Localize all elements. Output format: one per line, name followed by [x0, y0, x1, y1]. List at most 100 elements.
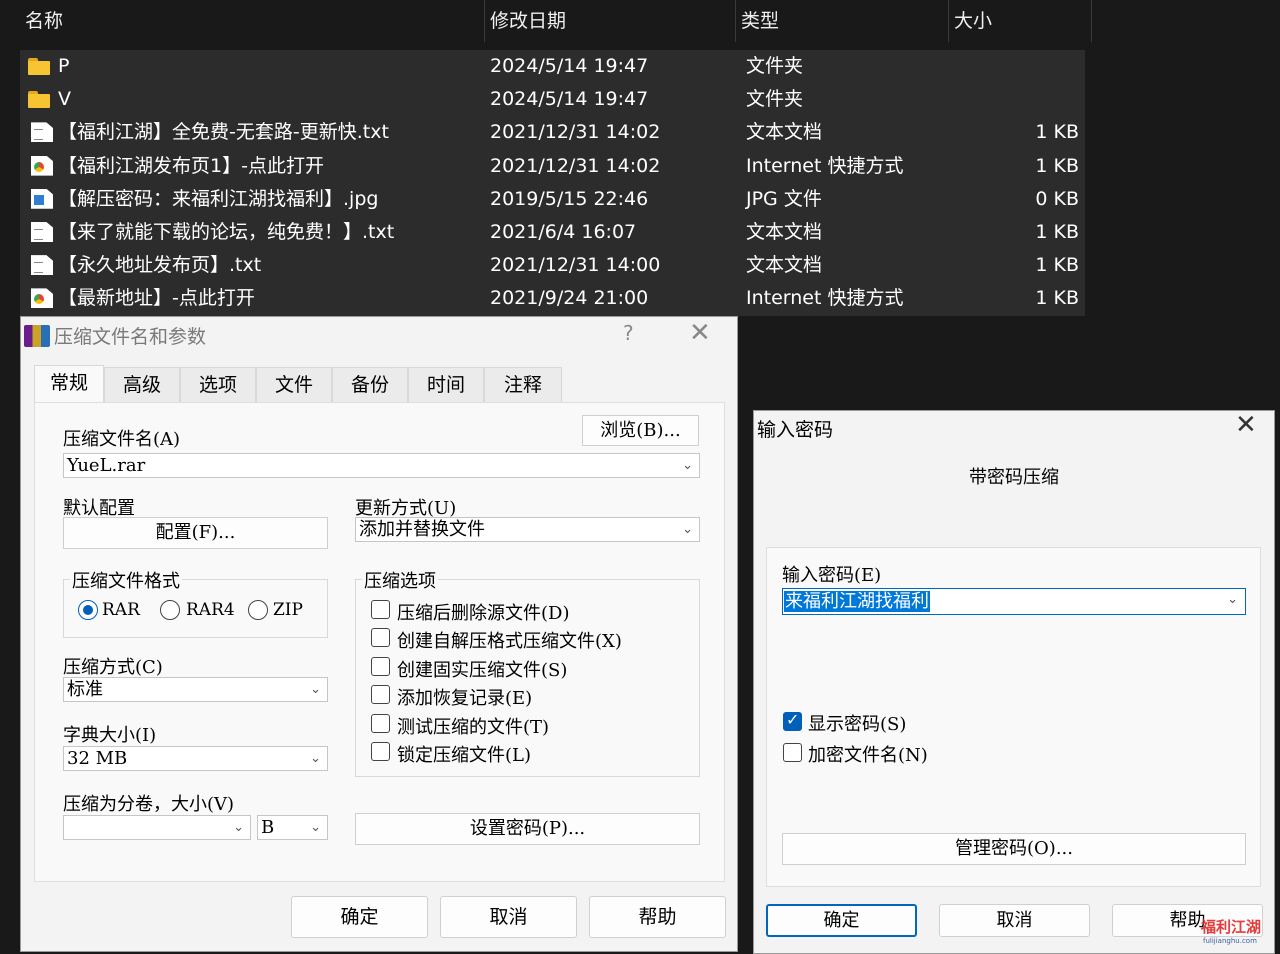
lock-archive-checkbox[interactable] [371, 742, 390, 761]
file-date: 2019/5/15 22:46 [490, 187, 649, 210]
compression-method-value: 标准 [67, 679, 103, 700]
format-zip-radio[interactable] [248, 600, 268, 620]
test-files-checkbox[interactable] [371, 714, 390, 733]
dialog-title: 压缩文件名和参数 [54, 326, 207, 348]
archive-settings-dialog: 压缩文件名和参数 ? ✕ 常规 高级 选项 文件 备份 时间 注释 压缩文件名(… [20, 316, 738, 952]
update-mode-select[interactable]: 添加并替换文件 ⌄ [355, 517, 700, 542]
close-icon[interactable]: ✕ [689, 318, 711, 348]
create-solid-label: 创建固实压缩文件(S) [397, 660, 568, 681]
chevron-down-icon[interactable]: ⌄ [682, 518, 693, 541]
enter-password-label: 输入密码(E) [782, 565, 882, 586]
set-password-button[interactable]: 设置密码(P)... [355, 813, 700, 845]
create-sfx-checkbox[interactable] [371, 628, 390, 647]
file-date: 2021/12/31 14:02 [490, 154, 661, 177]
file-name: 【福利江湖发布页1】-点此打开 [58, 154, 324, 177]
file-list: P 2024/5/14 19:47 文件夹 V 2024/5/14 19:47 … [20, 50, 1085, 316]
chevron-down-icon[interactable]: ⌄ [1227, 592, 1238, 607]
chevron-down-icon[interactable]: ⌄ [310, 678, 321, 701]
help-icon[interactable]: ? [623, 321, 634, 345]
archive-format-group: 压缩文件格式 RAR RAR4 ZIP [63, 567, 328, 638]
dictionary-size-select[interactable]: 32 MB ⌄ [63, 746, 328, 771]
encrypt-file-names-checkbox[interactable] [783, 743, 802, 762]
ok-button[interactable]: 确定 [291, 896, 428, 938]
file-name: 【解压密码：来福利江湖找福利】.jpg [58, 187, 379, 210]
file-row[interactable]: P 2024/5/14 19:47 文件夹 [20, 50, 1085, 83]
tab-time[interactable]: 时间 [408, 367, 484, 402]
dictionary-size-value: 32 MB [67, 748, 128, 769]
format-rar-radio[interactable] [78, 600, 98, 620]
tab-comment[interactable]: 注释 [484, 367, 562, 402]
chevron-down-icon[interactable]: ⌄ [682, 454, 693, 477]
archive-name-label: 压缩文件名(A) [63, 429, 181, 450]
file-type: 文本文档 [746, 121, 823, 144]
chevron-down-icon[interactable]: ⌄ [233, 816, 244, 839]
file-row[interactable]: 【来了就能下载的论坛，纯免费！】.txt 2021/6/4 16:07 文本文档… [20, 216, 1085, 249]
password-input[interactable]: 来福利江湖找福利 ⌄ [782, 588, 1246, 615]
organize-passwords-button[interactable]: 管理密码(O)... [782, 833, 1246, 865]
lock-archive-label: 锁定压缩文件(L) [397, 745, 531, 766]
file-row[interactable]: 【永久地址发布页】.txt 2021/12/31 14:00 文本文档 1 KB [20, 249, 1085, 282]
show-password-checkbox[interactable] [783, 710, 802, 731]
column-modified-header[interactable]: 修改日期 [485, 0, 736, 42]
file-size: 1 KB [1035, 154, 1079, 177]
text-file-icon [31, 122, 53, 143]
create-solid-checkbox[interactable] [371, 657, 390, 676]
archive-name-combo[interactable]: YueL.rar ⌄ [63, 453, 700, 478]
archiving-options-title: 压缩选项 [362, 567, 438, 593]
ok-button[interactable]: 确定 [766, 904, 917, 937]
file-name: V [58, 88, 71, 111]
column-type-header[interactable]: 类型 [736, 0, 949, 42]
file-date: 2021/6/4 16:07 [490, 220, 637, 243]
chevron-down-icon[interactable]: ⌄ [310, 747, 321, 770]
split-unit-select[interactable]: B ⌄ [257, 815, 328, 840]
file-type: 文件夹 [746, 88, 804, 111]
test-files-label: 测试压缩的文件(T) [397, 717, 550, 738]
chevron-down-icon[interactable]: ⌄ [310, 816, 321, 839]
dialog-titlebar[interactable]: 压缩文件名和参数 ? ✕ [21, 317, 737, 353]
file-row[interactable]: 【福利江湖发布页1】-点此打开 2021/12/31 14:02 Interne… [20, 150, 1085, 183]
jpg-file-icon [31, 188, 53, 209]
profiles-button[interactable]: 配置(F)... [63, 517, 328, 549]
delete-after-checkbox[interactable] [371, 600, 390, 619]
compression-method-select[interactable]: 标准 ⌄ [63, 677, 328, 702]
watermark-title: 福利江湖 [1201, 918, 1262, 936]
file-row[interactable]: 【最新地址】-点此打开 2021/9/24 21:00 Internet 快捷方… [20, 282, 1085, 315]
archiving-options-group: 压缩选项 压缩后删除源文件(D) 创建自解压格式压缩文件(X) 创建固实压缩文件… [355, 567, 700, 777]
file-type: JPG 文件 [746, 187, 822, 210]
file-type: 文本文档 [746, 254, 823, 277]
site-watermark: 福利江湖 fulijianghu.com [1197, 912, 1277, 952]
file-row[interactable]: 【福利江湖】全免费-无套路-更新快.txt 2021/12/31 14:02 文… [20, 116, 1085, 149]
compression-method-label: 压缩方式(C) [63, 657, 163, 678]
cancel-button[interactable]: 取消 [939, 904, 1090, 937]
folder-icon [28, 91, 50, 111]
file-row[interactable]: 【解压密码：来福利江湖找福利】.jpg 2019/5/15 22:46 JPG … [20, 183, 1085, 216]
tab-options[interactable]: 选项 [180, 367, 256, 402]
cancel-button[interactable]: 取消 [440, 896, 577, 938]
tab-general[interactable]: 常规 [34, 365, 104, 403]
file-row[interactable]: V 2024/5/14 19:47 文件夹 [20, 83, 1085, 116]
tab-backup[interactable]: 备份 [332, 367, 408, 402]
close-icon[interactable]: ✕ [1235, 410, 1257, 440]
recovery-record-checkbox[interactable] [371, 685, 390, 704]
split-volume-size-input[interactable]: ⌄ [63, 815, 251, 840]
help-button[interactable]: 帮助 [589, 896, 726, 938]
browse-button[interactable]: 浏览(B)... [582, 415, 699, 446]
archive-format-title: 压缩文件格式 [70, 567, 182, 593]
file-date: 2021/12/31 14:00 [490, 254, 661, 277]
tab-files[interactable]: 文件 [256, 367, 332, 402]
tab-advanced[interactable]: 高级 [104, 367, 180, 402]
column-name-header[interactable]: 名称 [20, 0, 485, 42]
split-unit-value: B [261, 817, 275, 838]
encrypt-file-names-label: 加密文件名(N) [808, 745, 928, 766]
show-password-label: 显示密码(S) [808, 714, 907, 735]
column-size-header[interactable]: 大小 [949, 0, 1092, 42]
file-name: 【福利江湖】全免费-无套路-更新快.txt [58, 121, 389, 144]
file-date: 2024/5/14 19:47 [490, 55, 649, 77]
text-file-icon [31, 255, 53, 276]
recovery-record-label: 添加恢复记录(E) [397, 688, 533, 709]
text-file-icon [31, 221, 53, 242]
format-rar4-radio[interactable] [160, 600, 180, 620]
file-explorer: 名称 ^ 修改日期 类型 大小 P 2024/5/14 19:47 文件夹 V … [0, 0, 1280, 320]
file-size: 1 KB [1035, 220, 1079, 243]
file-size: 1 KB [1035, 287, 1079, 310]
